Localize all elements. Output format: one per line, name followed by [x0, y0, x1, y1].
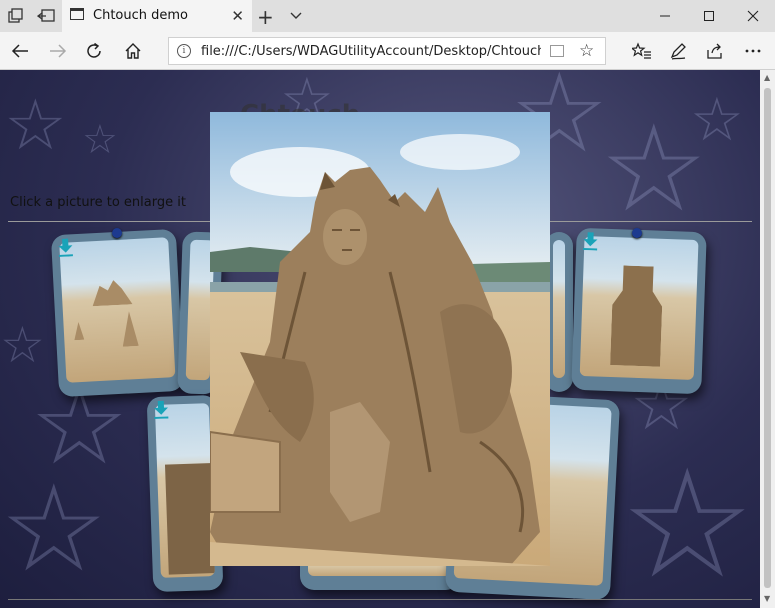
star-decoration-icon: ☆ [4, 84, 67, 166]
star-decoration-icon: ☆ [0, 460, 108, 599]
star-icon[interactable]: ☆ [579, 41, 594, 61]
chevron-down-icon[interactable] [289, 8, 303, 27]
star-decoration-icon: ☆ [82, 117, 118, 163]
pin-icon [112, 228, 122, 238]
star-decoration-icon: ☆ [620, 438, 755, 608]
favorites-list-icon[interactable] [631, 40, 653, 62]
sand-sculpture-image [210, 112, 550, 566]
download-icon[interactable] [582, 232, 599, 251]
share-icon[interactable] [704, 40, 726, 62]
info-icon[interactable]: i [177, 44, 191, 58]
close-icon[interactable]: ✕ [231, 7, 244, 25]
thumbnail-image [154, 403, 215, 578]
star-decoration-icon: ☆ [690, 85, 744, 155]
reading-view-icon[interactable] [550, 45, 564, 57]
thumbnail-image [59, 237, 176, 383]
thumbnail-image [579, 236, 699, 380]
photo-thumbnail-statue[interactable] [571, 227, 707, 395]
url-field[interactable]: i file:///C:/Users/WDAGUtilityAccount/De… [168, 37, 606, 65]
ellipsis-icon[interactable] [742, 40, 764, 62]
url-text[interactable]: file:///C:/Users/WDAGUtilityAccount/Desk… [201, 44, 541, 59]
minimize-icon[interactable] [643, 0, 687, 32]
refresh-icon[interactable] [84, 40, 106, 62]
pin-icon [632, 228, 642, 238]
close-window-icon[interactable] [731, 0, 775, 32]
page-favicon-icon [70, 8, 84, 20]
title-bar: Chtouch demo ✕ + [0, 0, 775, 32]
tab-actions-icon[interactable] [6, 6, 26, 26]
thumbnail-image [553, 240, 565, 378]
address-bar: i file:///C:/Users/WDAGUtilityAccount/De… [0, 32, 775, 70]
maximize-icon[interactable] [687, 0, 731, 32]
plus-icon[interactable]: + [257, 5, 274, 29]
bottom-divider [8, 599, 752, 600]
tab-title: Chtouch demo [93, 8, 188, 23]
scroll-up-icon[interactable]: ▲ [764, 73, 770, 82]
enlarged-photo[interactable] [210, 112, 550, 566]
instruction-text: Click a picture to enlarge it [10, 195, 186, 210]
scrollbar-thumb[interactable] [764, 88, 771, 588]
home-icon[interactable] [122, 40, 144, 62]
scroll-down-icon[interactable]: ▼ [764, 594, 770, 603]
photo-thumbnail-castle[interactable] [50, 228, 185, 398]
set-tabs-aside-icon[interactable] [36, 6, 56, 26]
pen-icon[interactable] [667, 40, 689, 62]
arrow-left-icon[interactable] [9, 40, 31, 62]
arrow-right-icon[interactable] [47, 40, 69, 62]
vertical-scrollbar[interactable]: ▲ ▼ [760, 70, 775, 608]
download-icon[interactable] [57, 238, 74, 257]
tab-chtouch-demo[interactable]: Chtouch demo ✕ [62, 0, 252, 32]
download-icon[interactable] [153, 400, 170, 420]
page-content: ☆ ☆ ☆ ☆ ☆ ☆ ☆ ☆ ☆ ☆ ☆ ☆ Chtouch Click a … [0, 70, 760, 608]
